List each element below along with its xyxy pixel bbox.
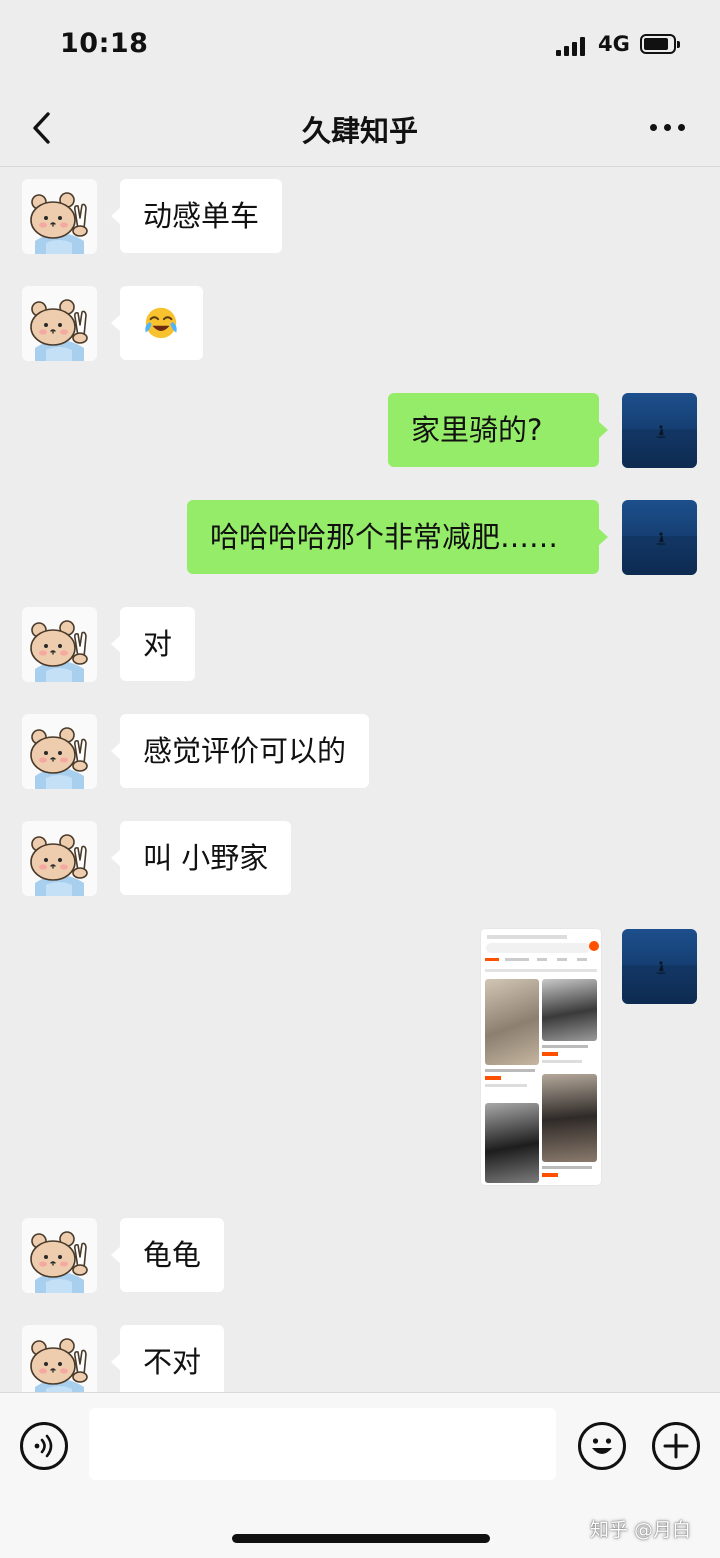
status-bar: 10:18 4G [0,0,720,90]
contact-avatar[interactable] [22,821,97,896]
contact-avatar[interactable] [22,286,97,361]
message-bubble-incoming[interactable]: 感觉评价可以的 [110,714,370,788]
contact-avatar[interactable] [22,714,97,789]
network-type: 4G [598,32,630,56]
contact-avatar[interactable] [22,607,97,682]
status-time: 10:18 [60,28,149,59]
face-with-tears-of-joy-icon [145,307,177,339]
chat-message-list[interactable]: 动感单车 家里骑的? 哈哈哈哈那个非常减肥…… 对 感觉评价可以的 叫 小野家 [0,167,720,1392]
zhihu-watermark: 知乎 @月白 [590,1519,692,1541]
chat-title: 久肆知乎 [301,114,418,148]
message-bubble-incoming[interactable]: 动感单车 [110,179,283,253]
contact-avatar[interactable] [22,1218,97,1293]
message-bubble-outgoing[interactable]: 哈哈哈哈那个非常减肥…… [187,500,608,574]
message-bubble-incoming[interactable]: 龟龟 [110,1218,225,1292]
contact-avatar[interactable] [22,179,97,254]
more-options-icon[interactable] [648,124,688,134]
message-bubble-incoming[interactable]: 对 [110,607,196,681]
message-bubble-incoming[interactable]: 不对 [110,1325,225,1392]
my-avatar[interactable] [622,500,697,575]
chat-header: 久肆知乎 [0,90,720,167]
contact-avatar[interactable] [22,1325,97,1392]
battery-icon [640,34,680,54]
emoji-picker-icon[interactable] [578,1422,626,1470]
message-bubble-incoming[interactable] [111,286,203,360]
my-avatar[interactable] [622,929,697,1004]
message-bubble-incoming[interactable]: 叫 小野家 [110,821,292,895]
message-text-field[interactable] [89,1408,556,1480]
home-indicator[interactable] [232,1534,490,1543]
image-message-screenshot[interactable] [481,929,601,1185]
message-bubble-outgoing[interactable]: 家里骑的? [388,393,608,467]
add-attachment-icon[interactable] [652,1422,700,1470]
my-avatar[interactable] [622,393,697,468]
cellular-signal-icon [556,36,588,56]
voice-input-icon[interactable] [20,1422,68,1470]
